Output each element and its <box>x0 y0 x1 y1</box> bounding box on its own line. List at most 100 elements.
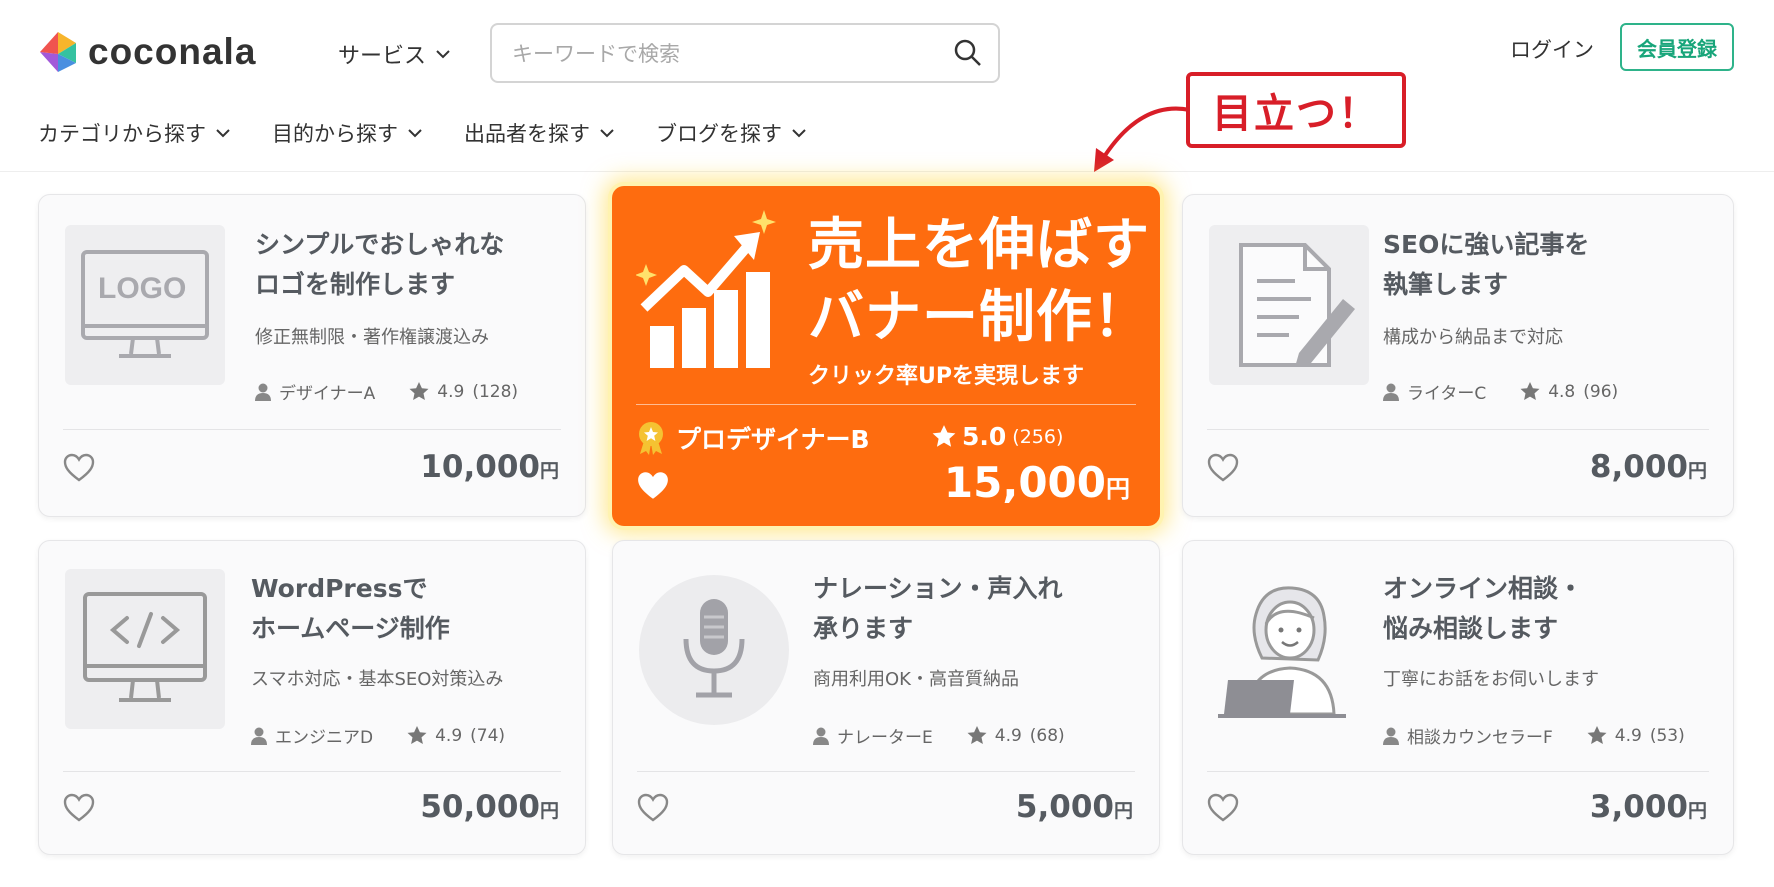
site-header: coconala サービス ログイン 会員登録 カテゴリから探す 目的から探す … <box>0 0 1774 172</box>
chevron-down-icon <box>600 129 614 138</box>
search-box <box>490 23 1000 83</box>
star-icon <box>409 382 429 400</box>
service-meta: ナレーターE 4.9 (68) <box>813 723 1065 748</box>
search-icon[interactable] <box>954 39 982 67</box>
service-card[interactable]: SEOに強い記事を 執筆します 構成から納品まで対応 ライターC 4.8 (96… <box>1182 194 1734 517</box>
chevron-down-icon <box>436 50 450 59</box>
featured-service-card[interactable]: 売上を伸ばす バナー制作！ クリック率UPを実現します プロデザイナーB 5.0… <box>612 186 1160 526</box>
service-subtitle: 商用利用OK・高音質納品 <box>813 669 1019 690</box>
nav-label: カテゴリから探す <box>38 122 206 146</box>
service-card[interactable]: ナレーション・声入れ 承ります 商用利用OK・高音質納品 ナレーターE 4.9 … <box>612 540 1160 855</box>
star-icon <box>1520 382 1540 400</box>
login-link[interactable]: ログイン <box>1510 34 1594 64</box>
star-icon <box>967 726 987 744</box>
seller-name[interactable]: デザイナーA <box>279 379 375 404</box>
nav-label: 目的から探す <box>272 122 398 146</box>
featured-title[interactable]: 売上を伸ばす バナー制作！ <box>808 210 1150 354</box>
card-divider <box>63 771 561 772</box>
service-card[interactable]: WordPressで ホームページ制作 スマホ対応・基本SEO対策込み エンジニ… <box>38 540 586 855</box>
service-meta: ライターC 4.8 (96) <box>1383 379 1618 404</box>
seller-name[interactable]: エンジニアD <box>275 723 373 748</box>
rating-value: 4.9 <box>994 725 1022 746</box>
user-icon <box>251 727 267 745</box>
service-title[interactable]: WordPressで ホームページ制作 <box>251 569 591 649</box>
user-icon <box>1383 383 1399 401</box>
service-title[interactable]: オンライン相談・ 悩み相談します <box>1383 569 1723 649</box>
nav-label: ブログを探す <box>656 122 782 146</box>
featured-divider <box>636 404 1136 405</box>
service-menu-label: サービス <box>338 44 427 69</box>
seller-name: プロデザイナーB <box>676 425 870 454</box>
seller-name[interactable]: ライターC <box>1407 379 1486 404</box>
card-divider <box>1207 429 1709 430</box>
service-menu[interactable]: サービス <box>338 38 450 70</box>
service-card[interactable]: LOGO シンプルでおしゃれな ロゴを制作します 修正無制限・著作権譲渡込み デ… <box>38 194 586 517</box>
service-title[interactable]: ナレーション・声入れ 承ります <box>813 569 1153 649</box>
nav-item-purpose[interactable]: 目的から探す <box>272 118 422 148</box>
star-icon <box>407 726 427 744</box>
service-thumbnail <box>1209 225 1369 385</box>
review-count: (74) <box>470 725 506 746</box>
service-thumbnail: LOGO <box>65 225 225 385</box>
featured-seller[interactable]: プロデザイナーB <box>636 420 870 456</box>
nav-label: 出品者を探す <box>464 122 590 146</box>
thumbnail-logo-text: LOGO <box>98 272 187 305</box>
site-logo[interactable]: coconala <box>38 30 256 74</box>
featured-rating: 5.0 (256) <box>932 422 1063 451</box>
favorite-heart-icon[interactable] <box>1207 453 1239 483</box>
service-title[interactable]: シンプルでおしゃれな ロゴを制作します <box>255 225 595 305</box>
review-count: (96) <box>1583 381 1619 402</box>
star-icon <box>1587 726 1607 744</box>
callout-label: 目立つ！ <box>1186 72 1406 148</box>
favorite-heart-icon[interactable] <box>636 470 670 502</box>
rating-value: 4.8 <box>1548 381 1576 402</box>
review-count: (53) <box>1649 725 1685 746</box>
card-divider <box>637 771 1135 772</box>
user-icon <box>1383 727 1399 745</box>
price-amount: 3,000 <box>1589 789 1688 825</box>
chevron-down-icon <box>408 129 422 138</box>
service-title[interactable]: SEOに強い記事を 執筆します <box>1383 225 1723 305</box>
pro-badge-icon <box>639 422 663 455</box>
nav-item-blog[interactable]: ブログを探す <box>656 118 806 148</box>
price-amount: 5,000 <box>1015 789 1114 825</box>
price-unit: 円 <box>539 800 559 822</box>
counselor-laptop-icon <box>1218 586 1346 718</box>
coconala-logo-icon <box>40 32 76 72</box>
rating-value: 4.9 <box>435 725 463 746</box>
price-amount: 50,000 <box>420 789 540 825</box>
review-count: (256) <box>1012 425 1064 448</box>
search-input[interactable] <box>512 37 932 71</box>
service-meta: エンジニアD 4.9 (74) <box>251 723 505 748</box>
featured-price: 15,000円 <box>944 458 1130 507</box>
nav-item-seller[interactable]: 出品者を探す <box>464 118 614 148</box>
service-price: 50,000円 <box>420 789 559 825</box>
price-unit: 円 <box>539 460 559 482</box>
service-card[interactable]: オンライン相談・ 悩み相談します 丁寧にお話をお伺いします 相談カウンセラーF … <box>1182 540 1734 855</box>
chevron-down-icon <box>216 129 230 138</box>
favorite-heart-icon[interactable] <box>637 793 669 823</box>
register-button[interactable]: 会員登録 <box>1620 23 1734 71</box>
price-unit: 円 <box>1113 800 1133 822</box>
price-unit: 円 <box>1106 475 1130 503</box>
document-pen-icon <box>1239 243 1355 367</box>
review-count: (68) <box>1029 725 1065 746</box>
seller-name[interactable]: 相談カウンセラーF <box>1407 723 1553 748</box>
favorite-heart-icon[interactable] <box>63 793 95 823</box>
user-icon <box>813 727 829 745</box>
user-icon <box>255 383 271 401</box>
service-meta: デザイナーA 4.9 (128) <box>255 379 518 404</box>
price-unit: 円 <box>1687 460 1707 482</box>
price-amount: 8,000 <box>1589 449 1688 485</box>
service-thumbnail <box>1209 569 1369 729</box>
favorite-heart-icon[interactable] <box>63 453 95 483</box>
card-divider <box>63 429 561 430</box>
rating-value: 4.9 <box>1614 725 1642 746</box>
code-monitor-icon <box>83 592 207 702</box>
review-count: (128) <box>472 381 519 402</box>
favorite-heart-icon[interactable] <box>1207 793 1239 823</box>
rating-value: 4.9 <box>437 381 465 402</box>
nav-item-category[interactable]: カテゴリから探す <box>38 118 230 148</box>
seller-name[interactable]: ナレーターE <box>837 723 933 748</box>
service-subtitle: 修正無制限・著作権譲渡込み <box>255 327 489 348</box>
